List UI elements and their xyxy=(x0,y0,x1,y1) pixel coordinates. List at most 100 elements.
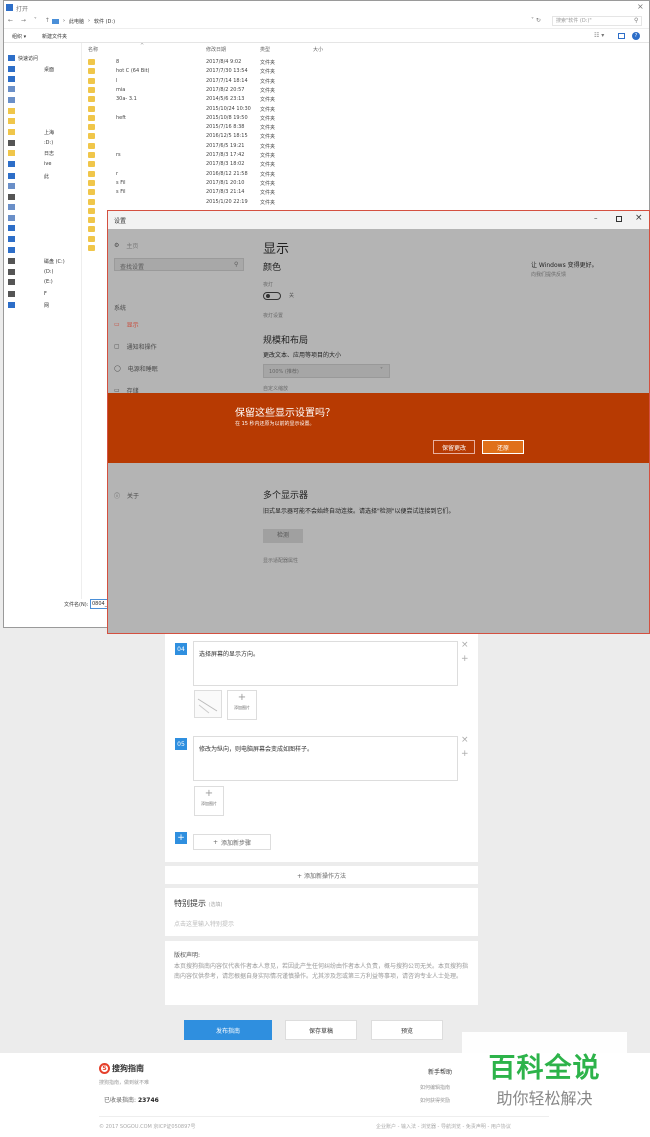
nav-item[interactable]: 日志 xyxy=(8,148,81,158)
step-text-field[interactable]: 修改为纵向，则电脑屏幕会变成如图样子。 xyxy=(193,736,458,781)
file-row[interactable]: mia 2017/8/2 20:57 文件夹 xyxy=(84,86,504,95)
help-icon[interactable]: ? xyxy=(632,32,640,40)
nav-item[interactable] xyxy=(8,234,81,244)
save-draft-button[interactable]: 保存草稿 xyxy=(285,1020,357,1040)
nav-item[interactable]: (E:) xyxy=(8,277,81,287)
file-row[interactable]: 2017/6/5 19:21 文件夹 xyxy=(84,142,504,151)
add-step-button[interactable]: + 添加新步骤 xyxy=(193,834,271,850)
nav-item[interactable]: 磁盘 (C:) xyxy=(8,256,81,266)
help-link[interactable]: 如何编辑指南 xyxy=(420,1084,450,1091)
organize-menu[interactable]: 组织 ▾ xyxy=(12,33,26,40)
file-row[interactable]: s Fil 2017/8/1 20:10 文件夹 xyxy=(84,179,504,188)
publish-button[interactable]: 发布指南 xyxy=(184,1020,272,1040)
nav-power[interactable]: ◯ 电源和睡眠 xyxy=(114,364,158,373)
file-row[interactable]: 2015/1/20 22:19 文件夹 xyxy=(84,198,504,207)
promo-link[interactable]: 向我们提供反馈 xyxy=(531,271,566,278)
nav-item[interactable]: 桌面 xyxy=(8,64,81,74)
add-method-bar[interactable]: + 添加新操作方法 xyxy=(165,866,478,884)
preview-button[interactable]: 预览 xyxy=(371,1020,443,1040)
night-light-settings-link[interactable]: 夜灯设置 xyxy=(263,312,283,319)
preview-pane-icon[interactable] xyxy=(618,33,625,39)
nav-item[interactable] xyxy=(8,213,81,223)
nav-item[interactable] xyxy=(8,181,81,191)
file-row[interactable]: 2015/7/16 8:38 文件夹 xyxy=(84,123,504,132)
nav-display[interactable]: ▭ 显示 xyxy=(114,320,139,329)
search-input[interactable]: 搜索"软件 (D:)" xyxy=(552,16,642,26)
scale-dropdown[interactable]: 100% (推荐) ˅ xyxy=(263,364,390,378)
nav-item[interactable] xyxy=(8,245,81,255)
adapter-link[interactable]: 显示适配器属性 xyxy=(263,557,298,564)
add-image-button[interactable]: + 添加图片 xyxy=(227,690,257,720)
close-icon[interactable]: × xyxy=(635,213,643,223)
add-image-button[interactable]: + 添加图片 xyxy=(194,786,224,816)
file-row[interactable]: 2016/12/5 18:15 文件夹 xyxy=(84,132,504,141)
multi-heading: 多个显示器 xyxy=(263,491,309,501)
file-row[interactable]: 30a- 3.1 2014/5/6 23:13 文件夹 xyxy=(84,95,504,104)
nav-item[interactable] xyxy=(8,106,81,116)
file-row[interactable]: hot C (64 Bit) 2017/7/30 13:54 文件夹 xyxy=(84,67,504,76)
file-row[interactable]: s Fil 2017/8/3 21:14 文件夹 xyxy=(84,188,504,197)
nav-item[interactable]: 此 xyxy=(8,171,81,181)
file-row[interactable]: r 2016/8/12 21:58 文件夹 xyxy=(84,170,504,179)
new-folder-button[interactable]: 新建文件夹 xyxy=(42,33,67,40)
step-text-field[interactable]: 选择屏幕的显示方向。 xyxy=(193,641,458,686)
revert-button[interactable]: 还原 xyxy=(482,440,524,454)
nav-item[interactable]: (D:) xyxy=(8,267,81,277)
close-icon[interactable]: × xyxy=(637,2,644,11)
nav-item[interactable] xyxy=(8,192,81,202)
view-options-icon[interactable]: ☷ ▾ xyxy=(594,32,604,39)
picture-icon xyxy=(8,97,15,103)
breadcrumb-item[interactable]: 软件 (D:) xyxy=(94,18,115,25)
settings-search-input[interactable]: 查找设置 ⚲ xyxy=(114,258,244,271)
nav-item[interactable] xyxy=(8,202,81,212)
night-light-toggle[interactable] xyxy=(263,292,281,300)
step-thumbnail[interactable] xyxy=(194,690,222,718)
col-date[interactable]: 修改日期 xyxy=(206,46,226,53)
keep-changes-button[interactable]: 保留更改 xyxy=(433,440,475,454)
nav-item[interactable] xyxy=(8,74,81,84)
file-row[interactable]: l 2017/7/14 18:14 文件夹 xyxy=(84,77,504,86)
breadcrumb-item[interactable]: 此电脑 xyxy=(69,18,84,25)
home-nav[interactable]: ⚙ 主页 xyxy=(114,241,138,250)
maximize-icon[interactable] xyxy=(616,216,622,222)
help-link[interactable]: 如何获得奖励 xyxy=(420,1097,450,1104)
breadcrumb[interactable]: › 此电脑 › 软件 (D:) xyxy=(52,16,542,26)
close-icon[interactable]: × xyxy=(461,640,469,650)
nav-item[interactable] xyxy=(8,116,81,126)
file-date: 2016/8/12 21:58 xyxy=(206,170,248,177)
file-row[interactable]: rs 2017/8/3 17:42 文件夹 xyxy=(84,151,504,160)
custom-scale-link[interactable]: 自定义缩放 xyxy=(263,385,288,392)
usb-icon xyxy=(8,291,15,297)
tip-input[interactable]: 点击这里输入特别提示 xyxy=(174,919,464,928)
detect-button[interactable]: 检测 xyxy=(263,529,303,543)
nav-item[interactable]: 上海 xyxy=(8,127,81,137)
plus-icon[interactable]: + xyxy=(461,654,469,664)
add-step-plus-icon[interactable]: + xyxy=(175,832,187,844)
nav-item[interactable]: F xyxy=(8,289,81,299)
col-name[interactable]: 名称 xyxy=(88,46,98,53)
nav-item[interactable] xyxy=(8,84,81,94)
nav-item[interactable]: ive xyxy=(8,159,81,169)
col-type[interactable]: 类型 xyxy=(260,46,270,53)
nav-notifications[interactable]: ▢ 通知和操作 xyxy=(114,342,157,351)
nav-item[interactable] xyxy=(8,95,81,105)
minimize-icon[interactable]: – xyxy=(594,214,598,222)
nav-item[interactable]: 网 xyxy=(8,300,81,310)
desktop-icon xyxy=(8,247,15,253)
col-size[interactable]: 大小 xyxy=(313,46,323,53)
nav-item[interactable]: :D:) xyxy=(8,138,81,148)
nav-arrows[interactable]: ← → ˅ ↑ xyxy=(8,17,53,24)
refresh-icon[interactable]: ˅ ↻ xyxy=(531,17,541,24)
file-row[interactable]: 2017/8/3 18:02 文件夹 xyxy=(84,160,504,169)
footer-links[interactable]: 企业账户 - 输入法 - 浏览器 - 导航浏览 - 免责声明 - 用户协议 xyxy=(376,1123,511,1130)
home-icon: ⚙ xyxy=(114,242,120,249)
file-row[interactable]: 2015/10/24 10:30 文件夹 xyxy=(84,105,504,114)
close-icon[interactable]: × xyxy=(461,735,469,745)
file-row[interactable]: 8 2017/8/4 9:02 文件夹 xyxy=(84,58,504,67)
nav-item[interactable] xyxy=(8,223,81,233)
nav-about[interactable]: ⓘ 关于 xyxy=(114,491,139,500)
file-row[interactable]: heft 2015/10/8 19:50 文件夹 xyxy=(84,114,504,123)
footer-logo[interactable]: S 搜狗指南 xyxy=(99,1063,144,1074)
nav-item[interactable]: 快速访问 xyxy=(8,53,81,63)
plus-icon[interactable]: + xyxy=(461,749,469,759)
